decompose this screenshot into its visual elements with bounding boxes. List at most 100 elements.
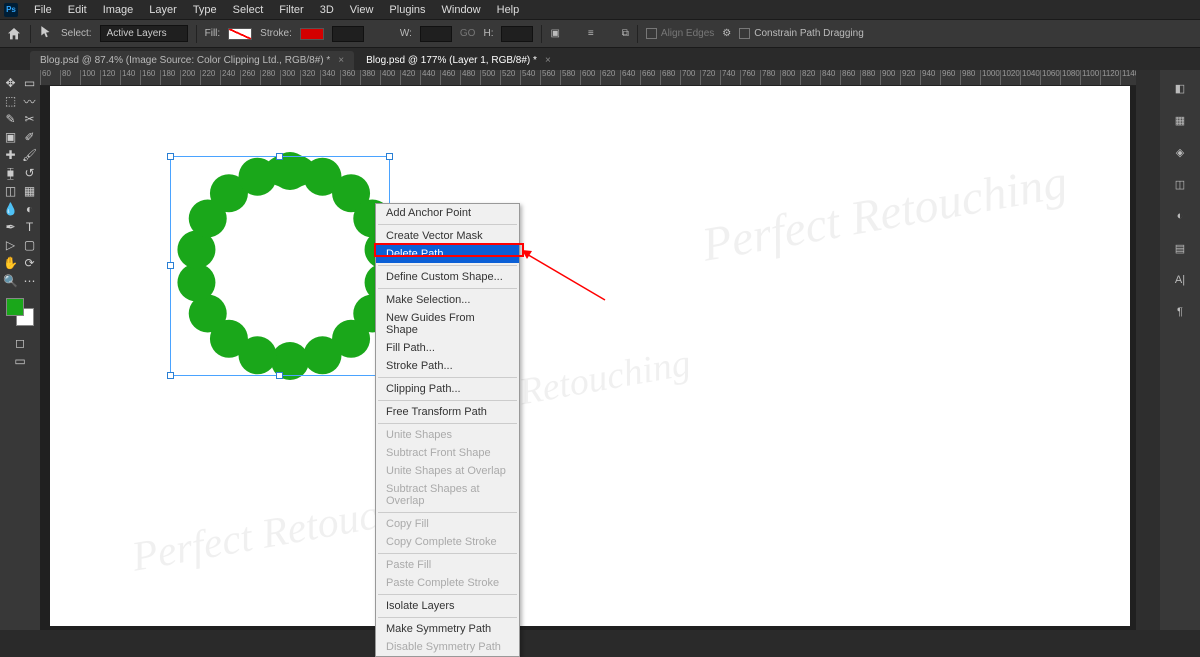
go-label: GO [460, 28, 476, 39]
rotate-view-icon[interactable]: ⟳ [21, 254, 39, 272]
menu-window[interactable]: Window [434, 2, 489, 18]
divider [30, 25, 31, 43]
transform-handle[interactable] [167, 372, 174, 379]
app-logo-icon: Ps [4, 3, 18, 17]
path-select-icon[interactable]: ▷ [2, 236, 20, 254]
menu-make-symmetry[interactable]: Make Symmetry Path [376, 620, 519, 638]
pen-tool-icon[interactable]: ✒ [2, 218, 20, 236]
menu-fill-path[interactable]: Fill Path... [376, 339, 519, 357]
quickmask-icon[interactable]: ◻ [11, 334, 29, 352]
zoom-tool-icon[interactable]: 🔍 [2, 272, 20, 290]
transform-handle[interactable] [276, 153, 283, 160]
menu-separator [378, 553, 517, 554]
close-icon[interactable]: × [338, 55, 344, 66]
gear-icon[interactable]: ⚙ [722, 28, 731, 39]
menu-make-selection[interactable]: Make Selection... [376, 291, 519, 309]
menu-3d[interactable]: 3D [312, 2, 342, 18]
artboard-tool-icon[interactable]: ▭ [21, 74, 39, 92]
path-align-icon[interactable]: ≡ [588, 28, 594, 39]
height-input[interactable] [501, 26, 533, 42]
menu-bar: Ps File Edit Image Layer Type Select Fil… [0, 0, 1200, 20]
horizontal-ruler: 6080100120140160180200220240260280300320… [40, 70, 1160, 86]
menu-free-transform[interactable]: Free Transform Path [376, 403, 519, 421]
history-brush-icon[interactable]: ↺ [21, 164, 39, 182]
context-menu: Add Anchor Point Create Vector Mask Dele… [375, 203, 520, 657]
transform-handle[interactable] [167, 153, 174, 160]
eraser-tool-icon[interactable]: ◫ [2, 182, 20, 200]
stamp-tool-icon[interactable]: ⧯ [2, 164, 20, 182]
menu-help[interactable]: Help [489, 2, 528, 18]
menu-filter[interactable]: Filter [271, 2, 311, 18]
dodge-tool-icon[interactable]: ◐ [21, 200, 39, 218]
transform-handle[interactable] [167, 262, 174, 269]
menu-disable-symmetry: Disable Symmetry Path [376, 638, 519, 656]
color-panel-icon[interactable]: ◧ [1170, 78, 1190, 98]
shape-tool-icon[interactable]: ▢ [21, 236, 39, 254]
collapsed-panels[interactable] [1136, 70, 1160, 630]
select-mode-dropdown[interactable]: Active Layers [100, 25, 188, 42]
stroke-swatch[interactable] [300, 28, 324, 40]
width-input[interactable] [420, 26, 452, 42]
move-tool-icon[interactable]: ✥ [2, 74, 20, 92]
menu-stroke-path[interactable]: Stroke Path... [376, 357, 519, 375]
align-edges-checkbox[interactable]: Align Edges [646, 28, 714, 39]
path-arrange-icon[interactable]: ⧉ [622, 28, 629, 39]
fill-swatch[interactable] [228, 28, 252, 40]
menu-image[interactable]: Image [95, 2, 142, 18]
quick-select-tool-icon[interactable]: ✎ [2, 110, 20, 128]
type-tool-icon[interactable]: T [21, 218, 39, 236]
frame-tool-icon[interactable]: ▣ [2, 128, 20, 146]
menu-paste-stroke: Paste Complete Stroke [376, 574, 519, 592]
menu-delete-path[interactable]: Delete Path [376, 245, 519, 263]
hand-tool-icon[interactable]: ✋ [2, 254, 20, 272]
menu-view[interactable]: View [342, 2, 382, 18]
tab-doc-1[interactable]: Blog.psd @ 87.4% (Image Source: Color Cl… [30, 51, 354, 70]
menu-add-anchor[interactable]: Add Anchor Point [376, 204, 519, 222]
color-swatches[interactable] [6, 298, 34, 326]
menu-subtract-overlap: Subtract Shapes at Overlap [376, 480, 519, 510]
gradient-tool-icon[interactable]: ▦ [21, 182, 39, 200]
screenmode-icon[interactable]: ▭ [11, 352, 29, 370]
menu-define-custom-shape[interactable]: Define Custom Shape... [376, 268, 519, 286]
tab-label: Blog.psd @ 87.4% (Image Source: Color Cl… [40, 55, 330, 66]
crop-tool-icon[interactable]: ✂ [21, 110, 39, 128]
menu-separator [378, 400, 517, 401]
transform-handle[interactable] [276, 372, 283, 379]
menu-new-guides[interactable]: New Guides From Shape [376, 309, 519, 339]
path-ops-icon[interactable]: ▣ [550, 28, 559, 39]
transform-bounding-box[interactable] [170, 156, 390, 376]
menu-edit[interactable]: Edit [60, 2, 95, 18]
marquee-tool-icon[interactable]: ⬚ [2, 92, 20, 110]
menu-create-vector-mask[interactable]: Create Vector Mask [376, 227, 519, 245]
artboard[interactable]: Perfect Retouching Perfect Retouching Pe… [50, 86, 1130, 626]
patterns-panel-icon[interactable]: ◫ [1170, 174, 1190, 194]
transform-handle[interactable] [386, 153, 393, 160]
home-icon[interactable] [6, 26, 22, 42]
canvas-area[interactable]: Perfect Retouching Perfect Retouching Pe… [40, 86, 1136, 630]
libraries-panel-icon[interactable]: ▤ [1170, 238, 1190, 258]
menu-layer[interactable]: Layer [141, 2, 185, 18]
menu-clipping-path[interactable]: Clipping Path... [376, 380, 519, 398]
brush-tool-icon[interactable]: 🖌 [21, 146, 39, 164]
blur-tool-icon[interactable]: 💧 [2, 200, 20, 218]
menu-isolate-layers[interactable]: Isolate Layers [376, 597, 519, 615]
adjustments-panel-icon[interactable]: ◐ [1170, 206, 1190, 226]
swatches-panel-icon[interactable]: ▦ [1170, 110, 1190, 130]
lasso-tool-icon[interactable]: 〰 [21, 92, 39, 110]
edit-toolbar-icon[interactable]: ⋯ [21, 272, 39, 290]
gradients-panel-icon[interactable]: ◈ [1170, 142, 1190, 162]
constrain-checkbox[interactable]: Constrain Path Dragging [739, 28, 864, 39]
divider [637, 25, 638, 43]
menu-plugins[interactable]: Plugins [381, 2, 433, 18]
stroke-width-input[interactable] [332, 26, 364, 42]
tab-doc-2[interactable]: Blog.psd @ 177% (Layer 1, RGB/8#) *× [356, 51, 561, 70]
eyedropper-tool-icon[interactable]: ✐ [21, 128, 39, 146]
menu-type[interactable]: Type [185, 2, 225, 18]
healing-tool-icon[interactable]: ✚ [2, 146, 20, 164]
menu-select[interactable]: Select [225, 2, 272, 18]
close-icon[interactable]: × [545, 55, 551, 66]
paragraph-panel-icon[interactable]: ¶ [1170, 302, 1190, 322]
character-panel-icon[interactable]: A| [1170, 270, 1190, 290]
arrow-tool-icon[interactable] [39, 25, 53, 42]
menu-file[interactable]: File [26, 2, 60, 18]
